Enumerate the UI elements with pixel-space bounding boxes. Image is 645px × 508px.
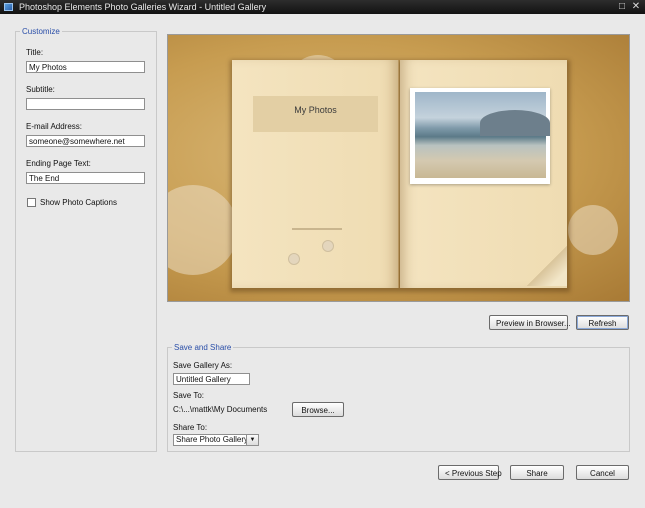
- preview-in-browser-button[interactable]: Preview in Browser...: [489, 315, 571, 330]
- close-icon[interactable]: ✕: [630, 1, 642, 12]
- previous-step-button[interactable]: < Previous Step: [438, 465, 502, 480]
- share-to-dropdown[interactable]: Share Photo Gallery ▼: [173, 434, 259, 446]
- ending-page-input[interactable]: [26, 172, 145, 184]
- refresh-button[interactable]: Refresh: [576, 315, 629, 330]
- show-captions-label: Show Photo Captions: [40, 198, 117, 207]
- save-to-label: Save To:: [173, 391, 204, 400]
- email-label: E-mail Address:: [26, 122, 83, 131]
- save-gallery-as-label: Save Gallery As:: [173, 361, 233, 370]
- background-decoration: [568, 205, 618, 255]
- subtitle-label: Subtitle:: [26, 85, 55, 94]
- email-input[interactable]: [26, 135, 145, 147]
- share-to-label: Share To:: [173, 423, 208, 432]
- page-curl-icon[interactable]: [527, 246, 567, 286]
- save-to-path: C:\...\mattk\My Documents: [173, 405, 268, 414]
- subtitle-input[interactable]: [26, 98, 145, 110]
- save-and-share-legend: Save and Share: [174, 343, 232, 352]
- browse-button[interactable]: Browse...: [292, 402, 344, 417]
- photo-hill: [480, 110, 550, 136]
- title-label: Title:: [26, 48, 44, 57]
- next-page-icon[interactable]: [322, 240, 334, 252]
- share-button[interactable]: Share: [510, 465, 564, 480]
- window-title: Photoshop Elements Photo Galleries Wizar…: [19, 2, 267, 12]
- book-title-text: My Photos: [294, 105, 337, 115]
- page-divider-line: [292, 228, 342, 230]
- book-title-plate: My Photos: [253, 96, 378, 132]
- maximize-icon[interactable]: □: [616, 1, 628, 12]
- book-left-page: [232, 60, 399, 288]
- ending-page-label: Ending Page Text:: [26, 159, 91, 168]
- customize-legend: Customize: [22, 27, 60, 36]
- save-gallery-as-input[interactable]: [173, 373, 250, 385]
- show-captions-checkbox[interactable]: [27, 198, 36, 207]
- cancel-button[interactable]: Cancel: [576, 465, 629, 480]
- title-input[interactable]: [26, 61, 145, 73]
- background-decoration: [168, 185, 238, 275]
- chevron-down-icon[interactable]: ▼: [246, 435, 258, 445]
- app-icon: [4, 3, 13, 11]
- previous-page-icon[interactable]: [288, 253, 300, 265]
- share-to-value: Share Photo Gallery: [176, 435, 249, 444]
- title-bar: Photoshop Elements Photo Galleries Wizar…: [0, 0, 645, 14]
